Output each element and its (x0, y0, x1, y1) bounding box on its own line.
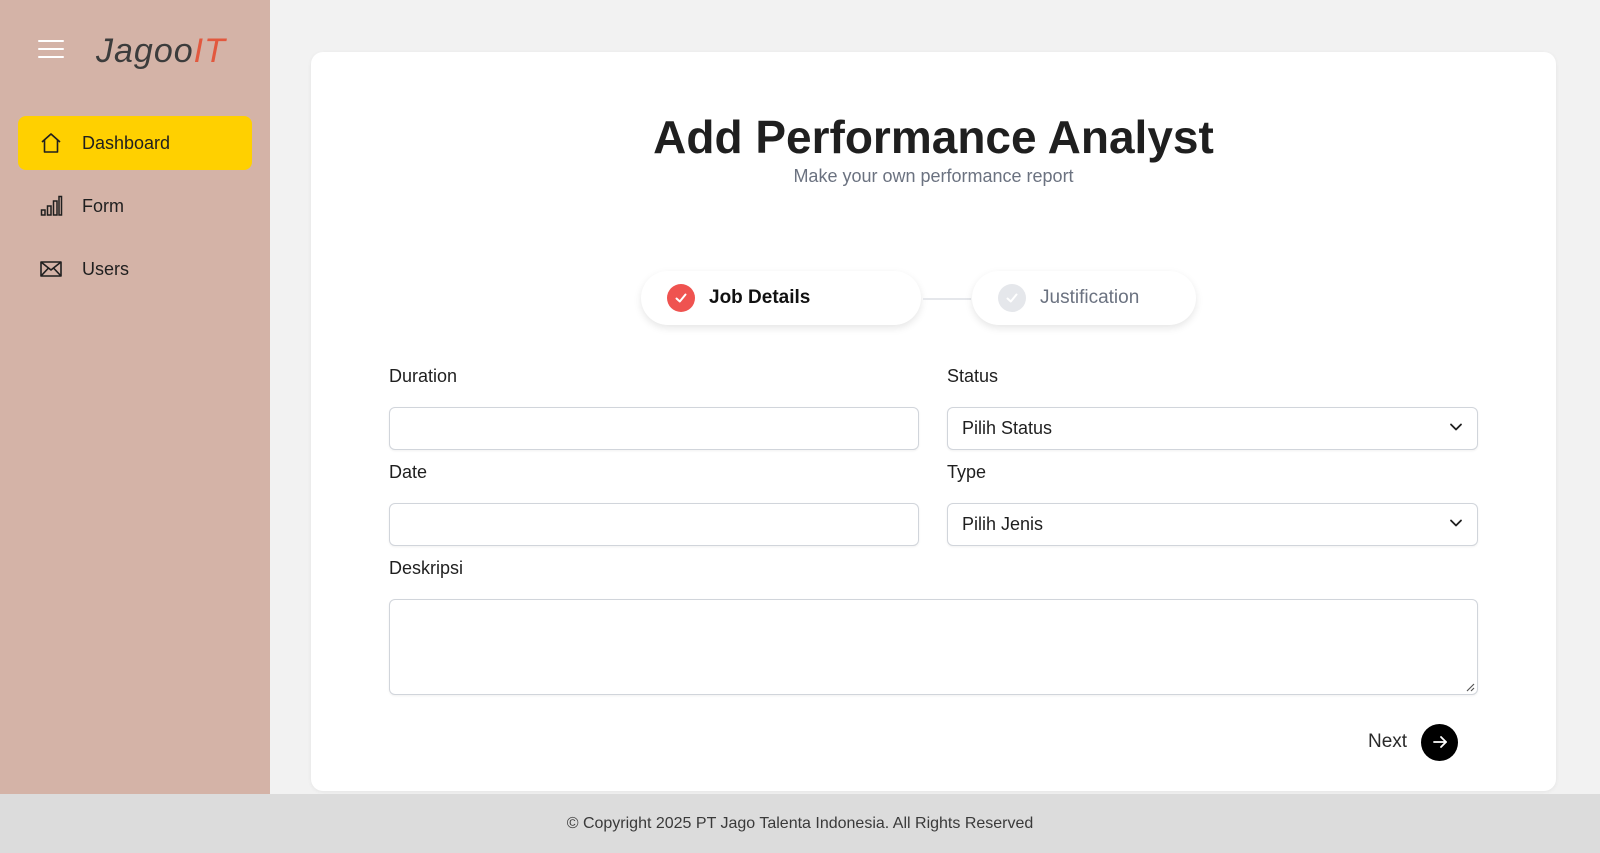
resize-handle-icon[interactable] (1465, 682, 1475, 692)
check-icon (998, 284, 1026, 312)
arrow-right-icon (1421, 723, 1459, 761)
duration-input[interactable] (389, 407, 919, 450)
sidebar-item-label: Form (82, 195, 124, 216)
home-icon (38, 130, 64, 156)
page-title: Add Performance Analyst (653, 111, 1214, 163)
status-select-value: Pilih Status (962, 418, 1053, 438)
bar-chart-icon (38, 193, 64, 219)
app-logo[interactable]: JagooIT (96, 32, 226, 71)
step-label: Justification (1040, 287, 1140, 308)
logo-accent-text: IT (193, 32, 226, 70)
page-subtitle: Make your own performance report (793, 166, 1074, 186)
logo-main-text: Jagoo (96, 32, 194, 70)
type-select-value: Pilih Jenis (962, 514, 1044, 534)
duration-label: Duration (389, 366, 458, 386)
hamburger-menu-icon[interactable] (38, 40, 64, 60)
step-justification[interactable]: Justification (972, 271, 1196, 325)
sidebar-item-dashboard[interactable]: Dashboard (18, 116, 252, 170)
type-label: Type (947, 462, 987, 482)
step-job-details[interactable]: Job Details (641, 271, 921, 325)
description-field-wrapper (389, 599, 1478, 695)
sidebar-item-label: Users (82, 258, 130, 279)
stepper: Job Details Justification (311, 271, 1556, 327)
sidebar-item-users[interactable]: Users (18, 242, 252, 296)
copyright-text: © Copyright 2025 PT Jago Talenta Indones… (566, 814, 1034, 832)
next-button[interactable]: Next (1368, 723, 1459, 761)
status-select[interactable]: Pilih Status (947, 407, 1478, 450)
description-label: Deskripsi (389, 558, 464, 578)
sidebar-item-form[interactable]: Form (18, 179, 252, 233)
chevron-down-icon (1449, 418, 1463, 439)
next-button-label: Next (1368, 731, 1408, 752)
step-connector (923, 298, 971, 300)
chevron-down-icon (1449, 514, 1463, 535)
step-label: Job Details (709, 287, 811, 308)
footer: © Copyright 2025 PT Jago Talenta Indones… (0, 794, 1600, 853)
status-label: Status (947, 366, 999, 386)
description-textarea[interactable] (389, 599, 1478, 695)
sidebar-item-label: Dashboard (82, 132, 171, 153)
date-input[interactable] (389, 503, 919, 546)
date-label: Date (389, 462, 428, 482)
form-card: Add Performance Analyst Make your own pe… (311, 52, 1556, 791)
sidebar: JagooIT Dashboard Form Users (0, 0, 270, 794)
mail-icon (38, 256, 64, 282)
type-select[interactable]: Pilih Jenis (947, 503, 1478, 546)
check-icon (667, 284, 695, 312)
